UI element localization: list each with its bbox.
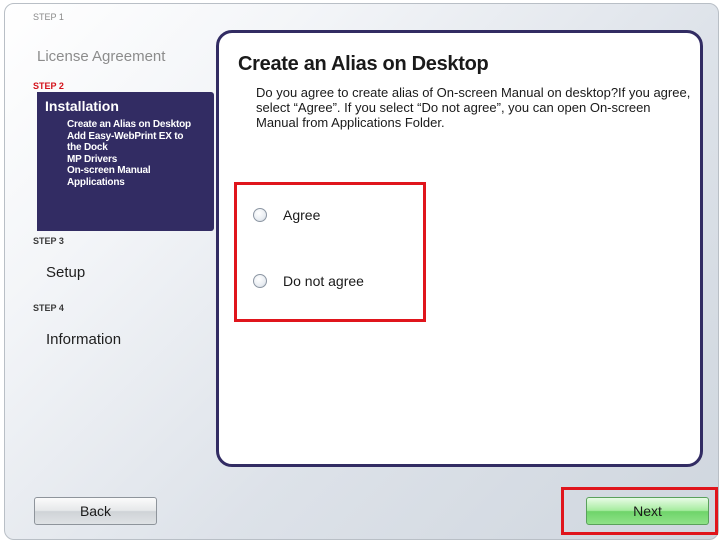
do-not-agree-label[interactable]: Do not agree — [283, 273, 364, 289]
agree-label[interactable]: Agree — [283, 207, 320, 223]
substep-item: Create an Alias on Desktop — [67, 119, 191, 130]
substep-list: Create an Alias on Desktop Add Easy-WebP… — [67, 119, 191, 188]
step3-title: Setup — [46, 264, 86, 281]
installation-panel: Installation Create an Alias on Desktop … — [37, 92, 214, 231]
step2-title: Installation — [45, 98, 119, 114]
step1-title: License Agreement — [37, 48, 166, 65]
description-text: Do you agree to create alias of On-scree… — [256, 85, 691, 130]
substep-item: the Dock — [67, 142, 108, 153]
step1-label: STEP 1 — [33, 12, 64, 22]
substep-item: Applications — [67, 176, 125, 188]
page-title: Create an Alias on Desktop — [238, 53, 489, 75]
step3-label: STEP 3 — [33, 236, 64, 246]
do-not-agree-radio[interactable] — [253, 274, 267, 288]
substep-item: MP Drivers — [67, 153, 118, 165]
back-button[interactable]: Back — [34, 497, 157, 525]
agree-option[interactable]: Agree — [253, 207, 320, 223]
step4-label: STEP 4 — [33, 303, 64, 313]
substep-item: On-screen Manual — [67, 165, 151, 176]
step4-title: Information — [46, 331, 122, 348]
content-card: Create an Alias on Desktop Do you agree … — [216, 30, 703, 467]
step2-label: STEP 2 — [33, 81, 64, 91]
agree-radio[interactable] — [253, 208, 267, 222]
do-not-agree-option[interactable]: Do not agree — [253, 273, 364, 289]
substep-item: Add Easy-WebPrint EX to — [67, 130, 184, 142]
next-button[interactable]: Next — [586, 497, 709, 525]
